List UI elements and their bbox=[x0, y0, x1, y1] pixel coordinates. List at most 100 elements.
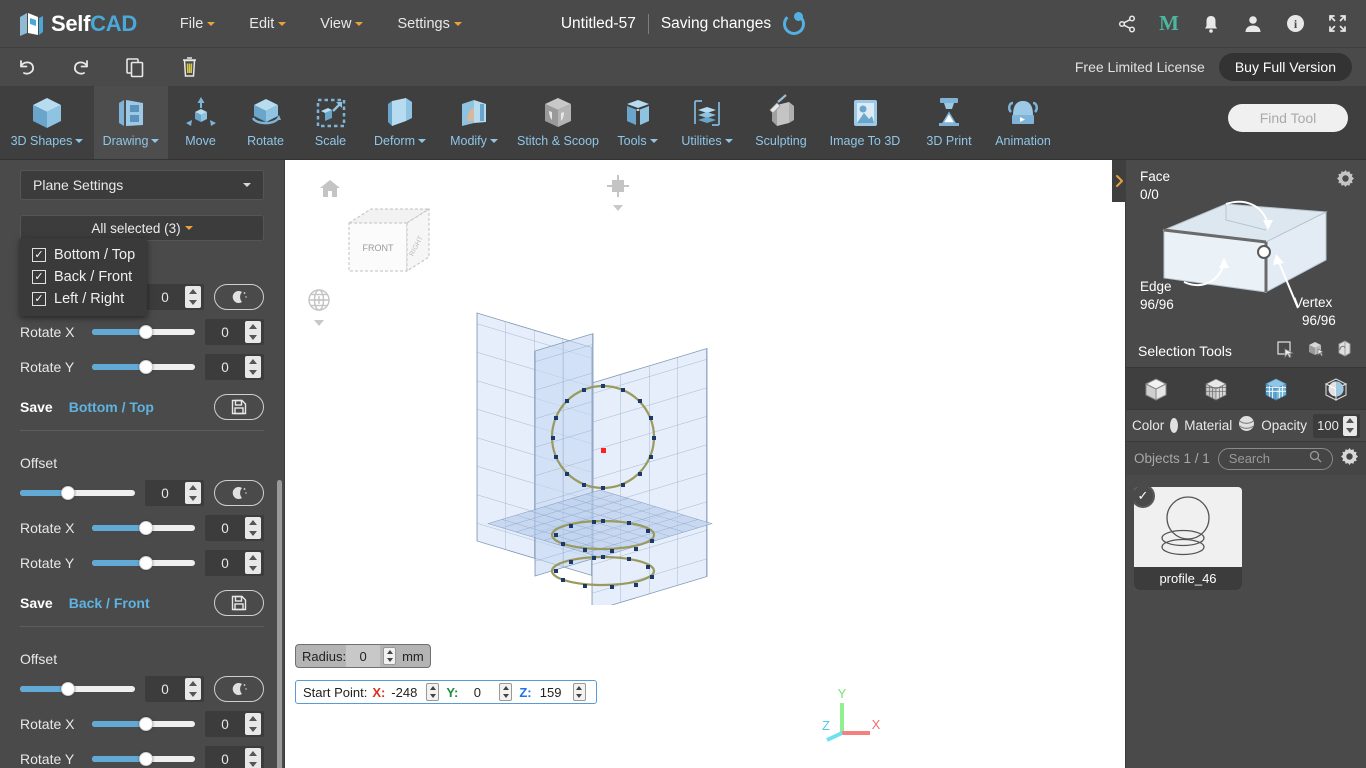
ribbon-deform[interactable]: Deform bbox=[363, 86, 437, 159]
start-y-stepper[interactable] bbox=[499, 683, 513, 701]
offset-input-2[interactable] bbox=[145, 485, 185, 501]
rotate-y-input-2[interactable] bbox=[205, 555, 245, 571]
offset-stepper-3[interactable] bbox=[185, 678, 201, 700]
offset-slider-2[interactable] bbox=[20, 486, 135, 500]
start-z-stepper[interactable] bbox=[572, 683, 586, 701]
objects-search-input[interactable] bbox=[1228, 451, 1309, 466]
offset-reset-button-3[interactable] bbox=[214, 676, 264, 702]
menu-view[interactable]: View bbox=[303, 10, 380, 38]
save-button-2[interactable] bbox=[214, 590, 264, 616]
offset-stepper-1[interactable] bbox=[185, 286, 201, 308]
checkbox-left-right[interactable]: ✓ bbox=[32, 292, 46, 306]
rotate-x-input-2[interactable] bbox=[205, 520, 245, 536]
start-y-input[interactable] bbox=[458, 684, 497, 700]
face-mode-icon[interactable] bbox=[1252, 374, 1300, 404]
find-tool-container[interactable] bbox=[1228, 104, 1348, 132]
edge-mode-icon[interactable] bbox=[1312, 374, 1360, 404]
checkbox-back-front[interactable]: ✓ bbox=[32, 270, 46, 284]
ribbon-animation[interactable]: Animation bbox=[986, 86, 1060, 159]
ribbon-image-to-3d[interactable]: Image To 3D bbox=[818, 86, 912, 159]
offset-numberbox-3[interactable] bbox=[145, 676, 204, 702]
undo-icon[interactable] bbox=[0, 48, 54, 86]
plane-settings-dropdown[interactable]: Plane Settings bbox=[20, 170, 264, 200]
rotate-x-slider-3[interactable] bbox=[92, 717, 195, 731]
offset-numberbox-2[interactable] bbox=[145, 480, 204, 506]
dropdown-option-back-front[interactable]: ✓ Back / Front bbox=[20, 266, 147, 288]
rotate-y-input-1[interactable] bbox=[205, 359, 245, 375]
save-target-2[interactable]: Back / Front bbox=[69, 595, 150, 611]
opacity-input[interactable] bbox=[1313, 418, 1343, 433]
ribbon-rotate[interactable]: Rotate bbox=[233, 86, 298, 159]
rotate-y-slider-3[interactable] bbox=[92, 752, 195, 766]
rectangle-select-icon[interactable] bbox=[1276, 340, 1294, 363]
rotate-y-numberbox-1[interactable] bbox=[205, 354, 264, 380]
rotate-x-slider-2[interactable] bbox=[92, 521, 195, 535]
notifications-bell-icon[interactable] bbox=[1200, 13, 1222, 35]
start-x-input[interactable] bbox=[385, 684, 424, 700]
dropdown-option-left-right[interactable]: ✓ Left / Right bbox=[20, 288, 147, 310]
rotate-x-stepper-2[interactable] bbox=[245, 517, 261, 539]
delete-trash-icon[interactable] bbox=[162, 48, 216, 86]
grid-snap-icon[interactable] bbox=[607, 175, 629, 211]
checkbox-bottom-top[interactable]: ✓ bbox=[32, 248, 46, 262]
mastercad-m-icon[interactable]: M bbox=[1158, 11, 1180, 35]
radius-stepper[interactable] bbox=[383, 647, 397, 665]
rotate-x-input-1[interactable] bbox=[205, 324, 245, 340]
rotate-y-slider-1[interactable] bbox=[92, 360, 195, 374]
objects-settings-gear-icon[interactable] bbox=[1341, 447, 1358, 470]
rotate-y-stepper-2[interactable] bbox=[245, 552, 261, 574]
grid-snap-chevron-icon[interactable] bbox=[613, 205, 623, 211]
radius-input-bar[interactable]: Radius: mm bbox=[295, 644, 431, 668]
object-mode-icon[interactable] bbox=[1132, 374, 1180, 404]
save-button-1[interactable] bbox=[214, 394, 264, 420]
view-cube[interactable]: FRONT RIGHT bbox=[345, 205, 435, 282]
color-swatch[interactable] bbox=[1170, 418, 1179, 433]
rotate-x-input-3[interactable] bbox=[205, 716, 245, 732]
ribbon-move[interactable]: Move bbox=[168, 86, 233, 159]
box-select-icon[interactable] bbox=[1306, 340, 1324, 363]
menu-edit[interactable]: Edit bbox=[232, 10, 303, 38]
ribbon-3d-print[interactable]: 3D Print bbox=[912, 86, 986, 159]
menu-settings[interactable]: Settings bbox=[380, 10, 478, 38]
search-icon[interactable] bbox=[1309, 450, 1322, 468]
gear-icon[interactable] bbox=[1337, 170, 1354, 192]
document-title[interactable]: Untitled-57 bbox=[561, 15, 636, 33]
offset-reset-button-1[interactable] bbox=[214, 284, 264, 310]
rotate-y-input-3[interactable] bbox=[205, 751, 245, 767]
ribbon-stitch-scoop[interactable]: Stitch & Scoop bbox=[511, 86, 605, 159]
opacity-stepper[interactable] bbox=[1343, 415, 1357, 436]
orbit-globe-chevron-icon[interactable] bbox=[314, 320, 324, 326]
rotate-y-slider-2[interactable] bbox=[92, 556, 195, 570]
offset-numberbox-1[interactable] bbox=[145, 284, 204, 310]
vertex-mode-icon[interactable] bbox=[1192, 374, 1240, 404]
rotate-x-stepper-1[interactable] bbox=[245, 321, 261, 343]
right-panel-expand-button[interactable] bbox=[1112, 160, 1126, 202]
plane-select-dropdown-menu[interactable]: ✓ Bottom / Top ✓ Back / Front ✓ Left / R… bbox=[20, 238, 148, 316]
find-tool-input[interactable] bbox=[1228, 110, 1348, 126]
start-point-input-bar[interactable]: Start Point: X: Y: Z: bbox=[295, 680, 597, 704]
objects-search-box[interactable] bbox=[1217, 447, 1333, 470]
rotate-x-stepper-3[interactable] bbox=[245, 713, 261, 735]
material-sphere-icon[interactable] bbox=[1238, 415, 1255, 437]
copy-icon[interactable] bbox=[108, 48, 162, 86]
radius-input[interactable] bbox=[346, 645, 381, 667]
rotate-y-stepper-1[interactable] bbox=[245, 356, 261, 378]
info-icon[interactable]: i bbox=[1284, 13, 1306, 35]
redo-icon[interactable] bbox=[54, 48, 108, 86]
opacity-numberbox[interactable] bbox=[1313, 413, 1360, 438]
home-view-icon[interactable] bbox=[319, 178, 341, 203]
rotate-x-slider-1[interactable] bbox=[92, 325, 195, 339]
ribbon-scale[interactable]: Scale bbox=[298, 86, 363, 159]
ribbon-utilities[interactable]: Utilities bbox=[670, 86, 744, 159]
ribbon-tools[interactable]: Tools bbox=[605, 86, 670, 159]
orbit-globe-icon[interactable] bbox=[307, 288, 331, 326]
scene-geometry[interactable] bbox=[435, 305, 775, 612]
account-person-icon[interactable] bbox=[1242, 13, 1264, 35]
left-panel-scrollbar[interactable] bbox=[277, 480, 282, 768]
ribbon-sculpting[interactable]: Sculpting bbox=[744, 86, 818, 159]
rotate-y-numberbox-2[interactable] bbox=[205, 550, 264, 576]
rotate-y-numberbox-3[interactable] bbox=[205, 746, 264, 768]
rotate-x-numberbox-3[interactable] bbox=[205, 711, 264, 737]
offset-input-3[interactable] bbox=[145, 681, 185, 697]
rotate-y-stepper-3[interactable] bbox=[245, 748, 261, 768]
